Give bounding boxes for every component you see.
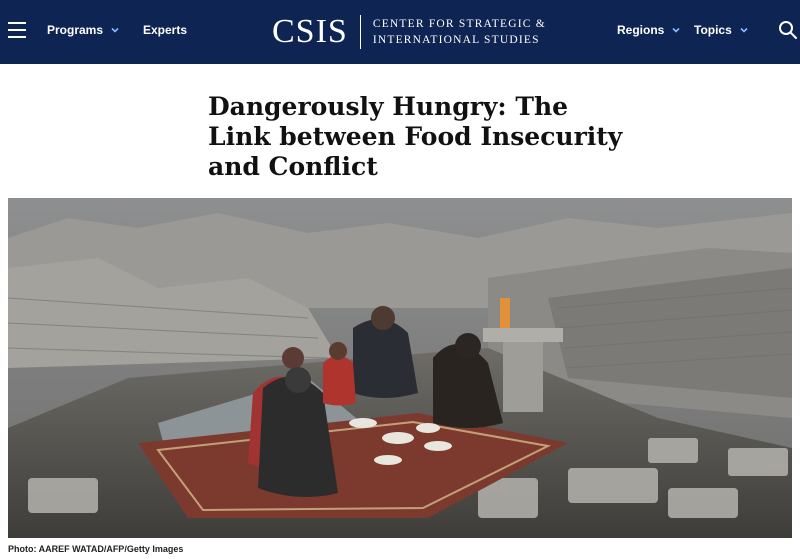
chevron-down-icon: [111, 27, 119, 33]
search-icon[interactable]: [778, 20, 798, 40]
nav-programs[interactable]: Programs: [47, 22, 121, 38]
nav-programs-label: Programs: [47, 23, 104, 37]
csis-logo[interactable]: CSIS CENTER FOR STRATEGIC & INTERNATIONA…: [272, 10, 546, 54]
menu-icon[interactable]: [8, 22, 26, 38]
site-header: Programs Experts CSIS CENTER FOR STRATEG…: [0, 0, 800, 64]
logo-line-1: CENTER FOR STRATEGIC &: [372, 18, 546, 30]
logo-line-2: INTERNATIONAL STUDIES: [372, 34, 540, 46]
nav-experts-label: Experts: [143, 23, 188, 37]
article-title: Dangerously Hungry: The Link between Foo…: [208, 92, 623, 181]
nav-regions[interactable]: Regions: [617, 22, 682, 38]
nav-topics[interactable]: Topics: [694, 22, 750, 38]
logo-text: CENTER FOR STRATEGIC & INTERNATIONAL STU…: [373, 16, 546, 48]
nav-regions-label: Regions: [617, 23, 665, 37]
nav-experts[interactable]: Experts: [143, 22, 187, 38]
hero-photo-illustration: [8, 198, 792, 538]
chevron-down-icon: [672, 27, 680, 33]
photo-credit: Photo: AAREF WATAD/AFP/Getty Images: [8, 544, 184, 554]
logo-mark: CSIS: [272, 13, 348, 50]
logo-divider: [359, 15, 361, 49]
hero-photo: [8, 198, 792, 538]
chevron-down-icon: [740, 27, 748, 33]
nav-topics-label: Topics: [694, 23, 732, 37]
